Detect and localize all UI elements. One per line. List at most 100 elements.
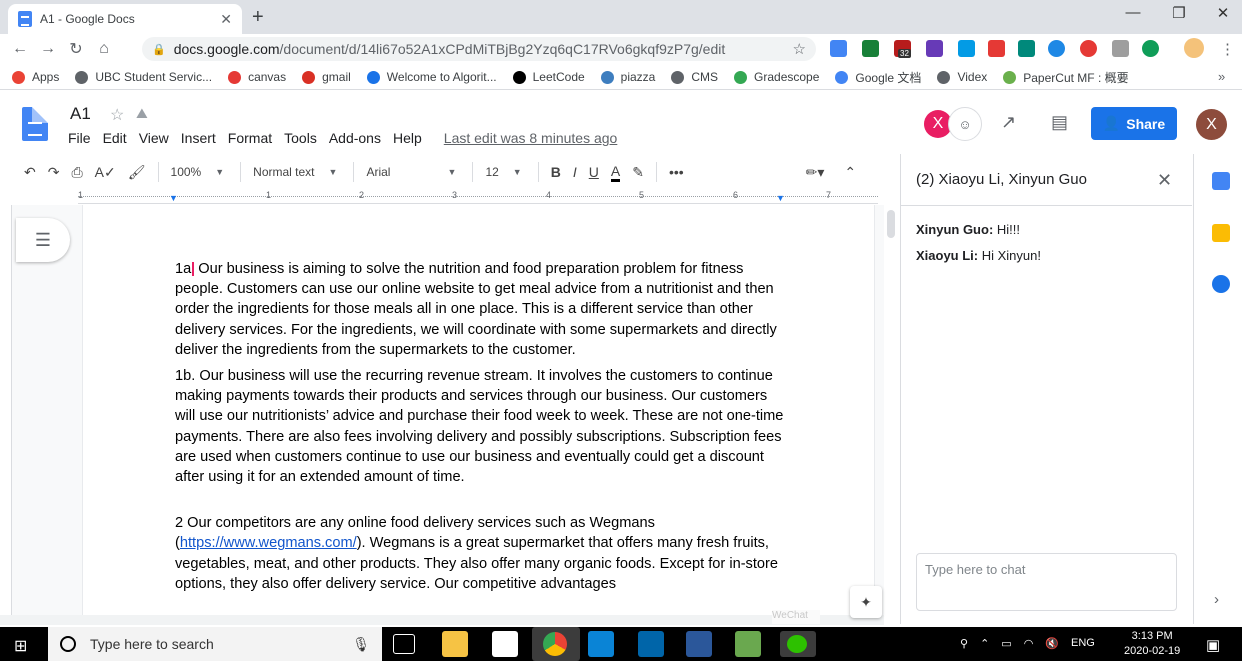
move-to-drive-icon[interactable]: ⛰ [136, 105, 148, 122]
chrome-taskbar-button[interactable] [532, 627, 580, 661]
red-extension-icon[interactable] [988, 40, 1005, 57]
paragraph-1b[interactable]: 1b. Our business will use the recurring … [175, 366, 787, 487]
close-chat-icon[interactable]: ✕ [1157, 170, 1172, 191]
green-extension-icon[interactable] [1142, 40, 1159, 57]
keep-icon[interactable] [1212, 224, 1230, 242]
new-tab-icon[interactable]: + [252, 6, 264, 29]
bookmark-item[interactable]: UBC Student Servic... [75, 70, 212, 84]
paragraph-2[interactable]: 2 Our competitors are any online food de… [175, 513, 787, 594]
last-edit-link[interactable]: Last edit was 8 minutes ago [444, 130, 618, 146]
collapse-menus-icon[interactable]: ⌃ [844, 164, 856, 181]
comment-history-icon[interactable]: ▤ [1051, 112, 1068, 133]
bold-button[interactable]: B [551, 164, 561, 180]
bookmark-item[interactable]: Google 文档 [835, 69, 921, 86]
people-icon[interactable]: ⚲ [960, 637, 968, 650]
pdf-extension-icon[interactable] [1112, 40, 1129, 57]
adblock-icon[interactable] [1080, 40, 1097, 57]
more-tools-button[interactable]: ••• [669, 164, 684, 180]
account-avatar[interactable]: X [1196, 109, 1227, 140]
profile-avatar-icon[interactable] [1184, 38, 1204, 58]
font-size-select[interactable]: 12 ▼ [485, 165, 521, 179]
chrome-menu-icon[interactable]: ⋮ [1220, 40, 1235, 58]
task-view-icon[interactable] [393, 634, 415, 654]
browser-tab[interactable]: A1 - Google Docs ✕ [8, 4, 242, 34]
r-extension-icon[interactable] [926, 40, 943, 57]
explore-button[interactable]: ✦ [850, 586, 882, 618]
bookmark-item[interactable]: LeetCode [512, 70, 585, 84]
text-color-button[interactable]: A [610, 163, 621, 182]
menu-item[interactable]: Add-ons [329, 130, 381, 146]
chat-input[interactable]: Type here to chat [916, 553, 1177, 611]
bookmarks-overflow-icon[interactable]: » [1218, 69, 1225, 84]
bookmark-item[interactable]: Apps [12, 70, 59, 84]
home-icon[interactable]: ⌂ [90, 40, 118, 58]
document-body[interactable]: 1a Our business is aiming to solve the n… [175, 259, 787, 600]
taskbar-clock[interactable]: 3:13 PM 2020-02-19 [1124, 629, 1180, 659]
forward-icon[interactable]: → [34, 40, 62, 58]
menu-item[interactable]: Edit [103, 130, 127, 146]
extension-badge-icon[interactable]: 32 [894, 40, 911, 58]
editing-mode-icon[interactable]: ✏▾ [806, 164, 825, 181]
translate-extension-icon[interactable] [830, 40, 847, 57]
bookmark-item[interactable]: canvas [228, 70, 286, 84]
document-title[interactable]: A1 [70, 104, 91, 124]
wifi-icon[interactable]: ◠ [1024, 637, 1034, 650]
calendar-icon[interactable] [1212, 172, 1230, 190]
italic-button[interactable]: I [573, 164, 577, 180]
action-center-icon[interactable]: ▣ [1206, 636, 1220, 654]
horizontal-ruler[interactable]: 1 1 2 3 4 5 6 7 ▼ ▼ [78, 190, 878, 204]
address-bar[interactable]: 🔒 docs.google.com /document/d/14li67o52A… [142, 37, 816, 61]
expand-side-panel-icon[interactable]: › [1214, 591, 1219, 608]
document-outline-button[interactable]: ☰ [16, 218, 70, 262]
document-scrollbar[interactable] [884, 205, 900, 615]
left-indent-marker-icon[interactable]: ▼ [169, 193, 178, 203]
beta-extension-icon[interactable] [1018, 40, 1035, 57]
word-icon[interactable] [686, 631, 712, 657]
docs-logo-icon[interactable] [22, 107, 48, 141]
minimize-icon[interactable]: — [1118, 4, 1148, 21]
share-button[interactable]: 👤 Share [1091, 107, 1177, 140]
activity-dashboard-icon[interactable]: ↗ [1001, 112, 1016, 133]
menu-item[interactable]: Tools [284, 130, 317, 146]
bookmark-item[interactable]: Videx [937, 70, 987, 84]
windows-start-icon[interactable]: ⊞ [14, 636, 27, 656]
close-window-icon[interactable]: ✕ [1208, 4, 1238, 22]
show-hidden-icons[interactable]: ⌃ [980, 637, 989, 650]
x-extension-icon[interactable] [1048, 40, 1065, 57]
undo-icon[interactable]: ↶ [24, 164, 36, 181]
file-explorer-icon[interactable] [442, 631, 468, 657]
star-icon[interactable]: ☆ [110, 105, 124, 125]
print-icon[interactable]: ⎙ [71, 164, 82, 181]
paragraph-1a[interactable]: 1a Our business is aiming to solve the n… [175, 259, 787, 360]
bookmark-item[interactable]: Gradescope [734, 70, 819, 84]
scrollbar-thumb[interactable] [887, 210, 895, 238]
zoom-select[interactable]: 100% ▼ [171, 165, 225, 179]
image-viewer-icon[interactable] [735, 631, 761, 657]
reload-icon[interactable]: ↻ [62, 39, 90, 59]
menu-item[interactable]: File [68, 130, 91, 146]
menu-item[interactable]: Format [228, 130, 272, 146]
sheets-extension-icon[interactable] [862, 40, 879, 57]
battery-icon[interactable]: ▭ [1001, 637, 1011, 650]
back-icon[interactable]: ← [6, 40, 34, 58]
redo-icon[interactable]: ↷ [48, 164, 60, 181]
collaborators-chat-icon[interactable]: ☺ [948, 107, 982, 141]
microphone-icon[interactable]: 🎙 [352, 636, 370, 653]
bookmark-item[interactable]: piazza [600, 70, 655, 84]
bookmark-star-icon[interactable]: ☆ [793, 40, 806, 58]
bookmark-item[interactable]: Welcome to Algorit... [366, 70, 497, 84]
wechat-taskbar-button[interactable] [780, 631, 816, 657]
horizontal-scrollbar[interactable] [0, 615, 884, 625]
right-indent-marker-icon[interactable]: ▼ [776, 193, 785, 203]
style-select[interactable]: Normal text ▼ [253, 165, 337, 179]
input-language[interactable]: ENG [1071, 637, 1095, 650]
cloud-extension-icon[interactable] [958, 40, 975, 57]
font-select[interactable]: Arial ▼ [366, 165, 456, 179]
highlight-icon[interactable]: ✎ [632, 164, 644, 181]
bookmark-item[interactable]: PaperCut MF : 概要 [1003, 69, 1129, 86]
wegmans-link[interactable]: https://www.wegmans.com/ [180, 535, 357, 551]
taskbar-search[interactable]: Type here to search 🎙 [48, 627, 382, 661]
paint-format-icon[interactable]: 🖌 [128, 164, 146, 181]
menu-item[interactable]: View [139, 130, 169, 146]
restore-icon[interactable]: ❐ [1164, 4, 1194, 22]
